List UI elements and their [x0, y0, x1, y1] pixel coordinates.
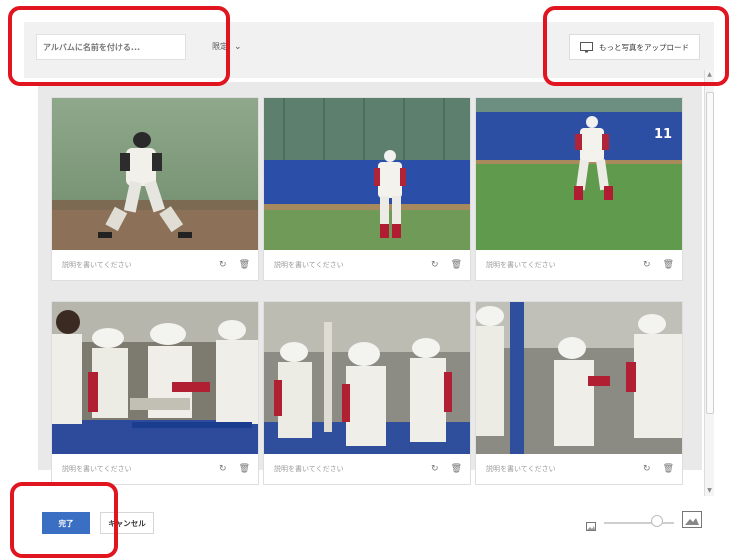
- rotate-icon[interactable]: ↻: [643, 260, 651, 270]
- caption-row: 説明を書いてください ↻ 🗑: [52, 454, 258, 484]
- caption-row: 説明を書いてください ↻ 🗑: [264, 250, 470, 280]
- share-select-label: 限定: [212, 42, 228, 51]
- photo-thumbnail[interactable]: [476, 302, 682, 454]
- caption-input[interactable]: 説明を書いてください: [62, 464, 207, 474]
- photo-thumbnail[interactable]: [52, 302, 258, 454]
- trash-icon[interactable]: 🗑: [451, 464, 462, 474]
- caption-input[interactable]: 説明を書いてください: [486, 260, 631, 270]
- rotate-icon[interactable]: ↻: [643, 464, 651, 474]
- scoreboard-number: 11: [654, 127, 672, 142]
- caption-input[interactable]: 説明を書いてください: [274, 260, 419, 270]
- rotate-icon[interactable]: ↻: [431, 464, 439, 474]
- photo-thumbnail[interactable]: [264, 302, 470, 454]
- grid-scrollbar[interactable]: ▲ ▼: [704, 70, 714, 496]
- photo-card[interactable]: 11 説明を書いてください ↻ 🗑: [476, 98, 682, 280]
- share-select[interactable]: 限定 ⌄: [212, 36, 242, 58]
- scroll-down-arrow-icon[interactable]: ▼: [705, 486, 714, 496]
- trash-icon[interactable]: 🗑: [239, 260, 250, 270]
- rotate-icon[interactable]: ↻: [431, 260, 439, 270]
- trash-icon[interactable]: 🗑: [663, 260, 674, 270]
- scrollbar-thumb[interactable]: [706, 92, 714, 414]
- trash-icon[interactable]: 🗑: [239, 464, 250, 474]
- caption-row: 説明を書いてください ↻ 🗑: [52, 250, 258, 280]
- caption-row: 説明を書いてください ↻ 🗑: [476, 454, 682, 484]
- photo-thumbnail[interactable]: [264, 98, 470, 250]
- small-image-icon[interactable]: [586, 517, 596, 531]
- photo-thumbnail[interactable]: 11: [476, 98, 682, 250]
- caption-input[interactable]: 説明を書いてください: [62, 260, 207, 270]
- monitor-icon: [580, 41, 593, 53]
- photo-card[interactable]: 説明を書いてください ↻ 🗑: [264, 302, 470, 484]
- rotate-icon[interactable]: ↻: [219, 260, 227, 270]
- trash-icon[interactable]: 🗑: [663, 464, 674, 474]
- photo-card[interactable]: 説明を書いてください ↻ 🗑: [264, 98, 470, 280]
- caption-row: 説明を書いてください ↻ 🗑: [264, 454, 470, 484]
- photo-card[interactable]: 説明を書いてください ↻ 🗑: [52, 98, 258, 280]
- album-name-input[interactable]: [36, 34, 186, 60]
- caption-input[interactable]: 説明を書いてください: [274, 464, 419, 474]
- caption-row: 説明を書いてください ↻ 🗑: [476, 250, 682, 280]
- trash-icon[interactable]: 🗑: [451, 260, 462, 270]
- chevron-down-icon: ⌄: [234, 42, 242, 52]
- zoom-slider-handle[interactable]: [650, 515, 663, 527]
- zoom-slider-track[interactable]: [604, 522, 674, 524]
- scroll-up-arrow-icon[interactable]: ▲: [705, 70, 714, 80]
- album-footer-bar: 完了 キャンセル: [24, 500, 714, 546]
- photo-card[interactable]: 説明を書いてください ↻ 🗑: [52, 302, 258, 484]
- done-button[interactable]: 完了: [42, 512, 90, 534]
- cancel-button[interactable]: キャンセル: [100, 512, 154, 534]
- album-header-bar: 限定 ⌄ もっと写真をアップロード: [24, 22, 714, 78]
- rotate-icon[interactable]: ↻: [219, 464, 227, 474]
- upload-more-photos-button[interactable]: もっと写真をアップロード: [569, 34, 700, 60]
- photo-card[interactable]: 説明を書いてください ↻ 🗑: [476, 302, 682, 484]
- upload-more-photos-label: もっと写真をアップロード: [599, 42, 689, 52]
- caption-input[interactable]: 説明を書いてください: [486, 464, 631, 474]
- large-image-icon[interactable]: [682, 511, 702, 528]
- photo-thumbnail[interactable]: [52, 98, 258, 250]
